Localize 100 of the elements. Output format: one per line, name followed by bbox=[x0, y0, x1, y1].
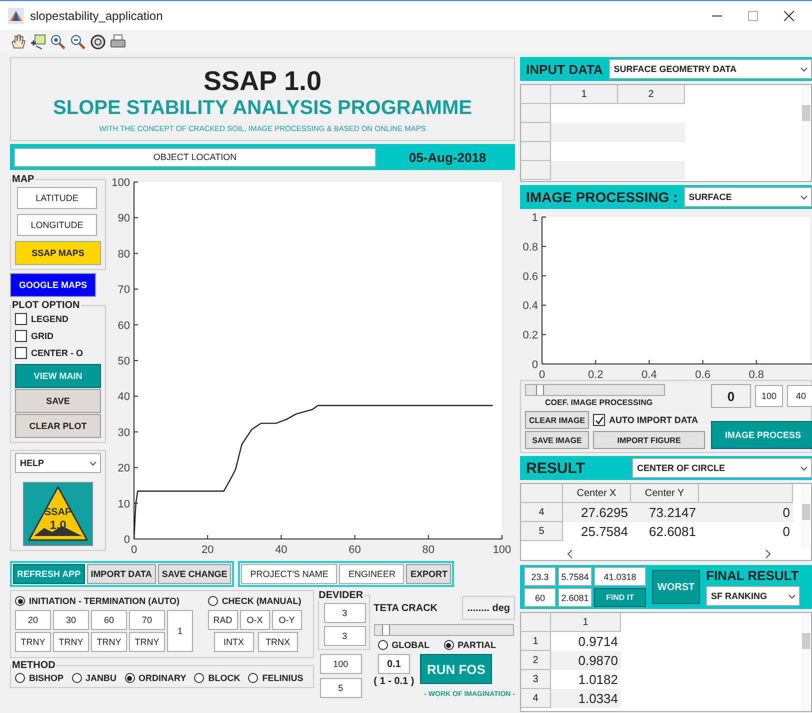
zoom-out-icon[interactable] bbox=[70, 34, 86, 50]
result-field[interactable]: 23.3 bbox=[524, 567, 556, 586]
print-icon[interactable] bbox=[110, 34, 126, 50]
table-cell-text: 1.0182 bbox=[577, 671, 619, 689]
tick-label: 0.8 bbox=[748, 369, 764, 379]
devider-field[interactable]: 5 bbox=[320, 678, 362, 698]
tick-label: 1 bbox=[532, 212, 538, 224]
result-field[interactable]: 5.7584 bbox=[558, 567, 592, 586]
ssap-maps-button[interactable]: SSAP MAPS bbox=[15, 241, 101, 265]
action-button[interactable]: IMPORT DATA bbox=[86, 564, 156, 584]
result-field[interactable]: 2.6081 bbox=[558, 588, 592, 607]
trny-field[interactable]: TRNY bbox=[53, 632, 89, 652]
close-icon[interactable] bbox=[784, 10, 794, 20]
help-dropdown[interactable]: HELP bbox=[15, 453, 101, 473]
data-cursor-icon[interactable] bbox=[30, 34, 46, 50]
location-field[interactable]: OBJECT LOCATION bbox=[14, 148, 376, 166]
action-button[interactable]: SAVE CHANGE bbox=[158, 564, 232, 584]
radio-label: INITIATION - TERMINATION (AUTO) bbox=[29, 596, 180, 606]
table-cell-text: 25.7584 bbox=[580, 523, 629, 541]
clear-image-button[interactable]: CLEAR IMAGE bbox=[525, 411, 589, 429]
checkbox[interactable] bbox=[593, 414, 605, 426]
project-name-field[interactable]: PROJECT'S NAME bbox=[241, 564, 338, 584]
radio-button[interactable] bbox=[124, 673, 135, 683]
image-processing-dropdown[interactable]: SURFACE bbox=[684, 187, 812, 207]
table-cell: 73.2147 bbox=[631, 503, 699, 522]
slider-thumb[interactable] bbox=[536, 385, 544, 395]
radio-button[interactable] bbox=[194, 673, 204, 683]
trny-field[interactable]: TRNY bbox=[91, 632, 127, 652]
latitude-field[interactable]: LATITUDE bbox=[17, 187, 97, 209]
radio-button[interactable] bbox=[208, 596, 218, 606]
count-field[interactable]: 1 bbox=[167, 610, 193, 652]
window-title: slopestability_application bbox=[30, 8, 163, 22]
tick-label: 60 bbox=[348, 544, 361, 556]
checkbox[interactable] bbox=[15, 313, 27, 325]
import-figure-button[interactable]: IMPORT FIGURE bbox=[593, 431, 705, 449]
scroll-left-icon[interactable] bbox=[567, 550, 573, 558]
checkbox[interactable] bbox=[15, 330, 27, 342]
radio-button[interactable] bbox=[378, 640, 388, 650]
scroll-thumb[interactable] bbox=[802, 105, 810, 121]
column-header: 2 bbox=[618, 85, 685, 104]
app-title: SSAP 1.0 bbox=[203, 66, 322, 96]
tick-label: 90 bbox=[118, 212, 130, 225]
trny-field[interactable]: TRNY bbox=[15, 632, 51, 652]
coef-field[interactable]: 0 bbox=[711, 384, 751, 408]
trny-field[interactable]: TRNY bbox=[129, 632, 165, 652]
tick-label: 0.8 bbox=[522, 241, 538, 254]
manual-field[interactable]: O-Y bbox=[272, 610, 302, 630]
size-field[interactable]: 40 bbox=[787, 385, 812, 407]
row-header: 3 bbox=[521, 670, 551, 689]
slider[interactable] bbox=[374, 624, 514, 636]
rotate-icon[interactable] bbox=[90, 34, 106, 50]
manual-field[interactable]: RAD bbox=[208, 610, 238, 630]
result-dropdown[interactable]: CENTER OF CIRCLE bbox=[632, 458, 812, 478]
radio-button[interactable] bbox=[15, 673, 25, 683]
plot-button[interactable]: CLEAR PLOT bbox=[15, 414, 101, 438]
manual-field[interactable]: O-X bbox=[240, 610, 270, 630]
radio-button[interactable] bbox=[15, 596, 25, 606]
scrollbar[interactable] bbox=[801, 613, 811, 711]
manual-field[interactable]: TRNX bbox=[258, 632, 298, 652]
devider-field[interactable]: 3 bbox=[324, 603, 366, 623]
save-image-button[interactable]: SAVE IMAGE bbox=[525, 431, 589, 449]
scrollbar[interactable] bbox=[801, 484, 811, 548]
tick-label: 60 bbox=[118, 320, 130, 332]
devider-field[interactable]: 3 bbox=[324, 626, 366, 646]
scroll-right-icon[interactable] bbox=[765, 550, 771, 558]
slider[interactable] bbox=[525, 384, 665, 396]
radio-button[interactable] bbox=[248, 673, 258, 683]
column-header: 1 bbox=[551, 613, 621, 632]
longitude-field[interactable]: LONGITUDE bbox=[17, 214, 97, 236]
result-field[interactable]: 41.0318 bbox=[594, 567, 646, 586]
size-field[interactable]: 100 bbox=[755, 385, 783, 407]
pan-hand-icon[interactable] bbox=[10, 34, 26, 50]
scroll-thumb[interactable] bbox=[802, 633, 810, 649]
tick-label: 80 bbox=[118, 248, 130, 260]
result-field[interactable]: 60 bbox=[524, 588, 556, 607]
tick-label: 80 bbox=[422, 544, 435, 556]
angle-field[interactable]: 20 bbox=[15, 610, 51, 630]
radio-button[interactable] bbox=[444, 640, 454, 650]
step-field[interactable]: 0.1 bbox=[378, 654, 410, 674]
devider-field[interactable]: 100 bbox=[320, 654, 362, 674]
export-button[interactable]: EXPORT bbox=[406, 564, 452, 584]
tick-label: 0.6 bbox=[695, 369, 710, 379]
plot-button[interactable]: SAVE bbox=[15, 389, 101, 413]
tick-label: 0 bbox=[130, 544, 138, 556]
radio-button[interactable] bbox=[72, 673, 82, 683]
zoom-in-icon[interactable] bbox=[50, 34, 66, 50]
angle-field[interactable]: 60 bbox=[91, 610, 127, 630]
checkbox[interactable] bbox=[15, 347, 27, 359]
angle-field[interactable]: 30 bbox=[53, 610, 89, 630]
scroll-thumb[interactable] bbox=[802, 504, 810, 520]
table-cell: 27.6295 bbox=[563, 503, 631, 522]
manual-field[interactable]: INTX bbox=[214, 632, 254, 652]
ranking-dropdown[interactable]: SF RANKING bbox=[706, 586, 800, 606]
scrollbar[interactable] bbox=[801, 85, 811, 181]
range-label: ( 1 - 0.1 ) bbox=[374, 676, 414, 687]
slider-thumb[interactable] bbox=[382, 625, 390, 635]
input-data-dropdown[interactable]: SURFACE GEOMETRY DATA bbox=[608, 59, 812, 79]
google-maps-button[interactable]: GOOGLE MAPS bbox=[10, 273, 96, 297]
engineer-field[interactable]: ENGINEER bbox=[339, 564, 404, 584]
angle-field[interactable]: 70 bbox=[129, 610, 165, 630]
